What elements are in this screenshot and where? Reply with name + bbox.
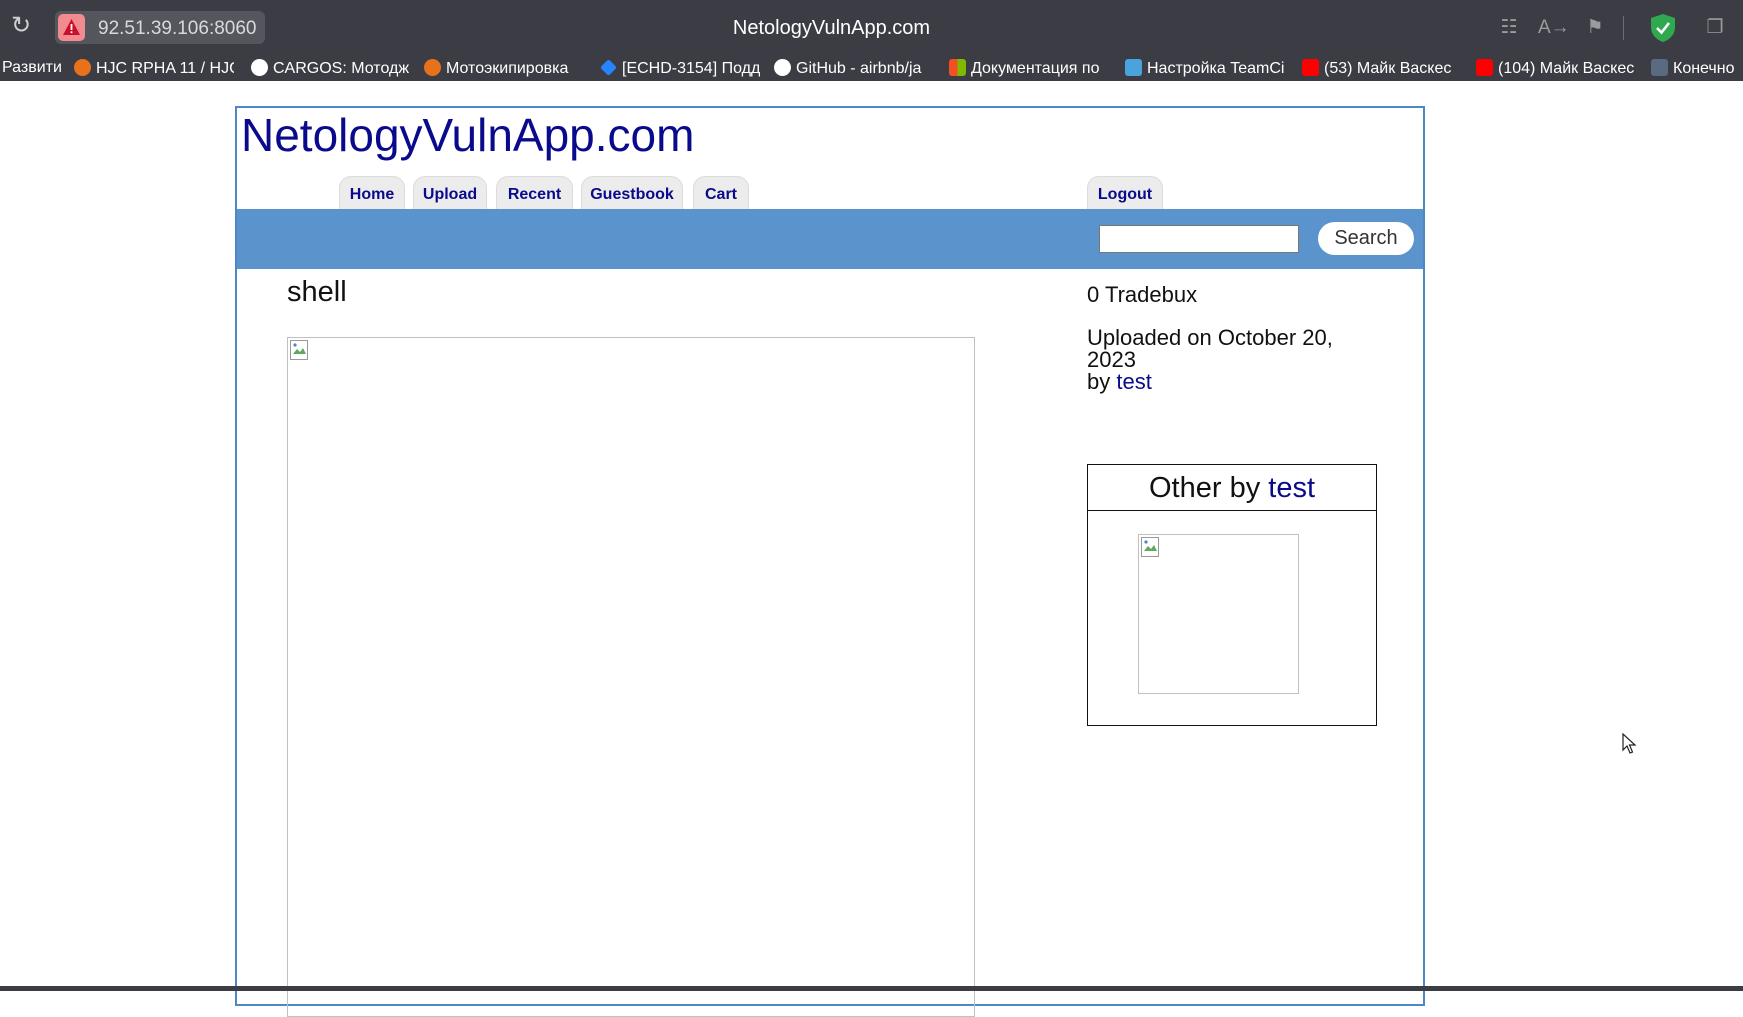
mouse-cursor-icon	[1622, 733, 1637, 754]
toolbar-divider	[1623, 16, 1624, 40]
uploader-line: by test	[1087, 371, 1333, 393]
bookmark-item[interactable]: Конечно	[1651, 59, 1743, 78]
read-aloud-icon[interactable]: ☷	[1497, 16, 1521, 40]
nav-tab-logout[interactable]: Logout	[1087, 176, 1163, 211]
translate-icon[interactable]: A→	[1538, 16, 1570, 40]
broken-image-icon	[1141, 537, 1159, 557]
search-band: Search	[237, 209, 1423, 269]
bookmarks-bar: Развити HJC RPHA 11 / HJC CARGOS: Мотодж…	[0, 56, 1743, 81]
picture-title: shell	[287, 276, 347, 308]
bookmark-item[interactable]: GitHub - airbnb/ja	[774, 59, 934, 78]
by-label: by	[1087, 369, 1111, 394]
other-by-heading: Other by test	[1088, 465, 1376, 511]
tradebux-count: 0 Tradebux	[1087, 282, 1198, 307]
other-by-label: Other by	[1148, 472, 1261, 504]
other-thumbnail[interactable]	[1138, 534, 1299, 694]
collections-icon[interactable]: ❐	[1703, 16, 1727, 40]
picture-image[interactable]	[287, 337, 975, 1017]
uploader-link[interactable]: test	[1116, 369, 1151, 394]
page-frame: NetologyVulnApp.com Home Upload Recent G…	[235, 106, 1425, 1017]
upload-date: Uploaded on October 20,	[1087, 325, 1333, 350]
bookmark-item[interactable]: Настройка TeamCi	[1125, 59, 1285, 78]
5d-icon	[1651, 59, 1668, 76]
helmet-icon	[424, 59, 441, 76]
bookmark-item[interactable]: Мотоэкипировка	[424, 59, 579, 78]
bookmark-item[interactable]: CARGOS: Мотодж	[251, 59, 411, 78]
youtube-icon	[1476, 59, 1493, 76]
security-shield-icon[interactable]	[1649, 13, 1677, 43]
bookmark-item[interactable]: Развити	[2, 59, 64, 77]
search-button[interactable]: Search	[1318, 222, 1414, 255]
bookmark-item[interactable]: HJC RPHA 11 / HJC	[74, 59, 234, 78]
jira-icon	[600, 59, 617, 76]
github-icon	[774, 59, 791, 76]
other-by-author-link[interactable]: test	[1268, 472, 1315, 504]
taskbar-edge	[0, 986, 1743, 991]
helmet-icon	[74, 59, 91, 76]
bookmark-icon[interactable]: ⚑	[1583, 16, 1607, 40]
other-by-panel: Other by test	[1087, 464, 1377, 726]
browser-titlebar: ↻ 92.51.39.106:8060 NetologyVulnApp.com …	[0, 0, 1743, 56]
upload-year: 2023	[1087, 347, 1136, 372]
youtube-icon	[1302, 59, 1319, 76]
bookmark-item[interactable]: Документация по	[949, 59, 1109, 78]
site-title[interactable]: NetologyVulnApp.com	[241, 108, 694, 162]
bookmark-item[interactable]: (53) Майк Васкес	[1302, 59, 1459, 78]
microsoft-icon	[949, 59, 966, 76]
bookmark-item[interactable]: [ECHD-3154] Подд	[600, 59, 760, 78]
bookmark-item[interactable]: (104) Майк Васкес	[1476, 59, 1634, 78]
nav-tab-recent[interactable]: Recent	[496, 176, 573, 211]
search-input[interactable]	[1099, 225, 1299, 253]
browser-tab-title: NetologyVulnApp.com	[732, 17, 931, 39]
c-logo-icon	[251, 59, 268, 76]
upload-info: Uploaded on October 20, 2023 by test	[1087, 327, 1333, 393]
nav-tab-upload[interactable]: Upload	[413, 176, 487, 211]
nav-tab-guestbook[interactable]: Guestbook	[581, 176, 683, 211]
nav-tab-home[interactable]: Home	[339, 176, 405, 211]
nav-tab-cart[interactable]: Cart	[693, 176, 749, 211]
broken-image-icon	[290, 340, 308, 360]
teamcity-icon	[1125, 59, 1142, 76]
